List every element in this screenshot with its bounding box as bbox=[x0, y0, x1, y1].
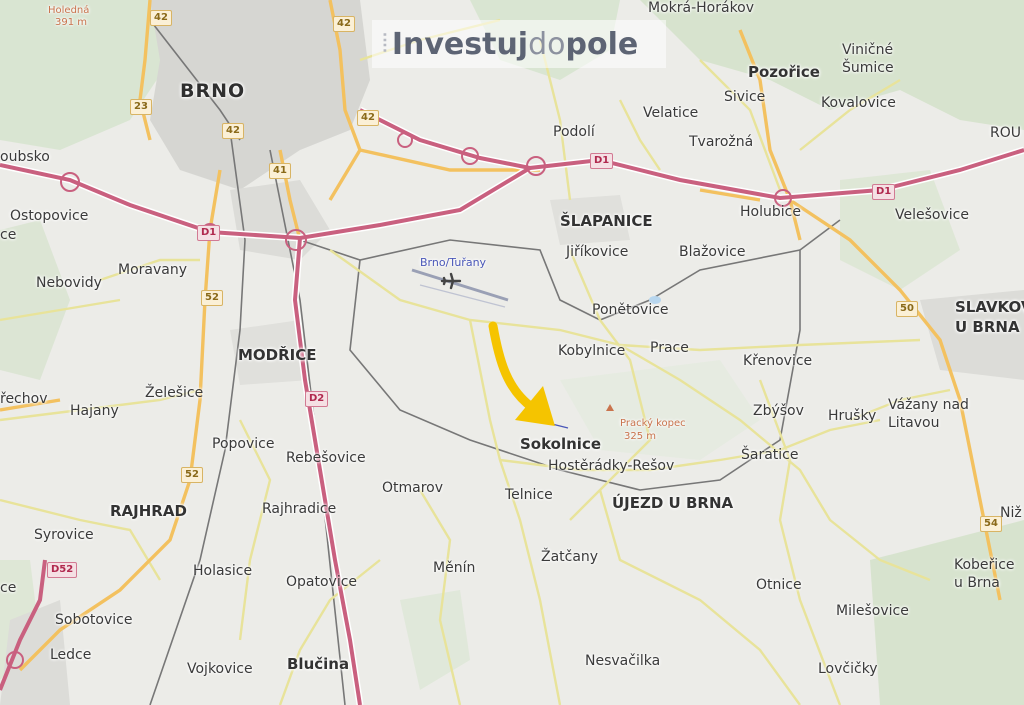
airport-icon bbox=[440, 272, 462, 290]
label-ponetovice: Ponětovice bbox=[592, 302, 669, 318]
label-zatcany: Žatčany bbox=[541, 549, 599, 565]
label-rajhrad: RAJHRAD bbox=[110, 502, 187, 520]
label-tvarozna: Tvarožná bbox=[689, 134, 754, 150]
label-blazovice: Blažovice bbox=[679, 244, 746, 260]
label-prace: Prace bbox=[650, 340, 689, 356]
label-hrusky: Hrušky bbox=[828, 408, 877, 424]
label-zbysov: Zbýšov bbox=[753, 403, 804, 419]
label-niz: Niž bbox=[1000, 505, 1022, 521]
shield-road-41: 41 bbox=[269, 163, 291, 179]
label-krenovice: Křenovice bbox=[743, 353, 813, 369]
label-blucina: Blučina bbox=[287, 655, 350, 673]
label-rebesovice: Rebešovice bbox=[286, 450, 366, 466]
label-saratice: Šaratice bbox=[741, 447, 799, 463]
label-vojkovice: Vojkovice bbox=[187, 661, 253, 677]
shield-road-42-d: 42 bbox=[357, 110, 379, 126]
label-vinicne-2: Šumice bbox=[842, 60, 894, 76]
shield-road-50: 50 bbox=[896, 301, 918, 317]
label-peak-name: Pracký kopec bbox=[620, 418, 686, 429]
label-rou: ROU bbox=[990, 125, 1021, 141]
label-sokolnice: Sokolnice bbox=[520, 435, 602, 453]
map-canvas[interactable]: ⦙ Investuj do pole BRNO MODŘICE ŠLAPANICE … bbox=[0, 0, 1024, 705]
logo-bars-icon: ⦙ bbox=[382, 28, 388, 59]
label-modrice: MODŘICE bbox=[238, 346, 317, 364]
shield-d1-a: D1 bbox=[197, 225, 221, 241]
shield-road-42-a: 42 bbox=[150, 10, 172, 26]
label-peak-elev: 325 m bbox=[624, 431, 657, 442]
label-slavkov-1: SLAVKOV bbox=[955, 298, 1024, 316]
label-ce: ce bbox=[0, 227, 17, 243]
shield-d1-b: D1 bbox=[590, 153, 614, 169]
label-jirikovice: Jiříkovice bbox=[566, 244, 629, 260]
label-opatovice: Opatovice bbox=[286, 574, 358, 590]
shield-d52: D52 bbox=[47, 562, 78, 578]
label-brno: BRNO bbox=[180, 80, 246, 102]
label-mokra: Mokrá-Horákov bbox=[648, 0, 755, 16]
logo-part1: Investuj bbox=[391, 26, 529, 62]
logo-part2: do bbox=[528, 26, 566, 62]
logo-part3: pole bbox=[565, 26, 639, 62]
shield-d1-c: D1 bbox=[872, 184, 896, 200]
label-lovcicky: Lovčičky bbox=[818, 661, 878, 677]
label-zelesice: Želešice bbox=[145, 385, 204, 401]
shield-road-23: 23 bbox=[130, 99, 152, 115]
shield-road-54: 54 bbox=[980, 516, 1002, 532]
label-menin: Měnín bbox=[433, 560, 476, 576]
label-koberice-2: u Brna bbox=[954, 575, 1000, 591]
label-holasice: Holasice bbox=[193, 563, 253, 579]
label-airport: Brno/Tuřany bbox=[420, 256, 487, 269]
label-koberice-1: Kobeřice bbox=[954, 557, 1015, 573]
label-oubsko: oubsko bbox=[0, 149, 50, 165]
label-ledce: Ledce bbox=[50, 647, 92, 663]
shield-road-52-a: 52 bbox=[201, 290, 223, 306]
label-velatice: Velatice bbox=[643, 105, 699, 121]
label-otnice: Otnice bbox=[756, 577, 802, 593]
label-ostopovice: Ostopovice bbox=[10, 208, 89, 224]
label-kovalovice: Kovalovice bbox=[821, 95, 896, 111]
shield-road-42-b: 42 bbox=[333, 16, 355, 32]
label-popovice: Popovice bbox=[212, 436, 275, 452]
label-hajany: Hajany bbox=[70, 403, 119, 419]
label-ce-2: ce bbox=[0, 580, 17, 596]
label-slavkov-2: U BRNA bbox=[955, 318, 1020, 336]
shield-road-52-b: 52 bbox=[181, 467, 203, 483]
label-nesvacilka: Nesvačilka bbox=[585, 653, 661, 669]
label-nebovidy: Nebovidy bbox=[36, 275, 102, 291]
label-holubice: Holubice bbox=[740, 204, 801, 220]
label-sivice: Sivice bbox=[724, 89, 766, 105]
label-sobotovice: Sobotovice bbox=[55, 612, 133, 628]
label-holedna-elev: 391 m bbox=[55, 17, 88, 28]
label-holedna-name: Holedná bbox=[48, 5, 90, 16]
label-kobylnice: Kobylnice bbox=[558, 343, 626, 359]
shield-d2: D2 bbox=[305, 391, 329, 407]
label-slapanice: ŠLAPANICE bbox=[560, 212, 653, 230]
label-rechov: řechov bbox=[0, 391, 48, 407]
label-otmarov: Otmarov bbox=[382, 480, 444, 496]
label-velesovice: Velešovice bbox=[895, 207, 969, 223]
label-telnice: Telnice bbox=[505, 487, 553, 503]
label-vinicne-1: Viničné bbox=[842, 42, 894, 58]
highlight-arrow-icon bbox=[488, 321, 555, 426]
label-syrovice: Syrovice bbox=[34, 527, 94, 543]
label-vazany-1: Vážany nad bbox=[888, 397, 969, 413]
label-podoli: Podolí bbox=[553, 124, 595, 140]
label-pozorice: Pozořice bbox=[748, 63, 820, 81]
label-hosteradky: Hostěrádky-Rešov bbox=[548, 458, 675, 474]
investujdopole-logo: ⦙ Investuj do pole bbox=[372, 20, 667, 68]
label-moravany: Moravany bbox=[118, 262, 188, 278]
shield-road-42-c: 42 bbox=[222, 123, 244, 139]
label-ujezd: ÚJEZD U BRNA bbox=[612, 494, 734, 512]
label-milesovice: Milešovice bbox=[836, 603, 909, 619]
label-vazany-2: Litavou bbox=[888, 415, 940, 431]
label-rajhradice: Rajhradice bbox=[262, 501, 337, 517]
